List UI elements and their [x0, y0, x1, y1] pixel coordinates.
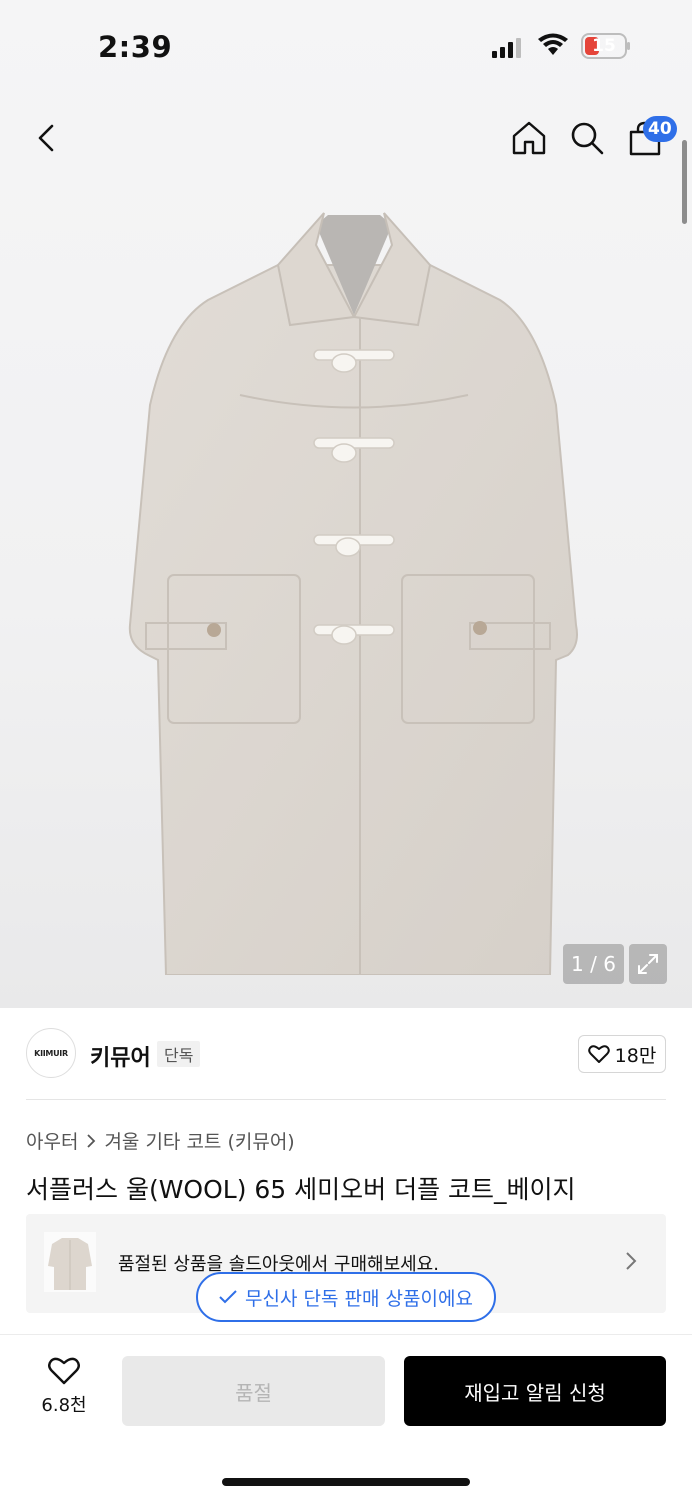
- product-title: 서플러스 울(WOOL) 65 세미오버 더플 코트_베이지: [26, 1175, 576, 1204]
- back-button[interactable]: [26, 116, 66, 160]
- brand-like-count: 18만: [614, 1044, 657, 1067]
- soldout-thumbnail: [44, 1232, 96, 1292]
- brand-name[interactable]: 키뮤어: [90, 1040, 151, 1072]
- breadcrumb-item[interactable]: 아우터: [26, 1127, 78, 1154]
- expand-image-button[interactable]: [629, 944, 667, 984]
- toast-text: 무신사 단독 판매 상품이에요: [245, 1287, 473, 1310]
- product-image-coat[interactable]: [128, 205, 580, 975]
- battery-icon: 15: [581, 33, 631, 59]
- home-button[interactable]: [507, 116, 551, 160]
- chevron-right-icon: [87, 1133, 96, 1148]
- exclusive-tag: 단독: [157, 1041, 201, 1067]
- restock-alert-button[interactable]: 재입고 알림 신청: [404, 1356, 666, 1426]
- check-icon: [219, 1290, 237, 1304]
- section-divider: [26, 1099, 666, 1100]
- chevron-right-icon: [626, 1252, 637, 1270]
- exclusive-toast: 무신사 단독 판매 상품이에요: [196, 1272, 496, 1322]
- brand-like-button[interactable]: 18만: [578, 1035, 666, 1073]
- brand-section: KIIMUIR 키뮤어 단독 18만: [0, 1020, 692, 1090]
- cart-count-badge: 40: [643, 116, 677, 142]
- status-time: 2:39: [98, 30, 173, 64]
- heart-icon: [587, 1045, 610, 1063]
- status-bar: 2:39 15: [0, 0, 692, 95]
- home-icon: [512, 121, 546, 155]
- home-indicator[interactable]: [222, 1478, 470, 1486]
- heart-icon: [48, 1357, 80, 1385]
- top-nav: [0, 110, 692, 170]
- soldout-button[interactable]: 품절: [122, 1356, 385, 1426]
- page-scrollbar[interactable]: [682, 140, 687, 224]
- wifi-icon: [538, 33, 568, 55]
- cellular-signal-icon: [492, 38, 521, 58]
- wishlist-count: 6.8천: [41, 1395, 87, 1416]
- search-button[interactable]: [565, 116, 609, 160]
- image-counter: 1 / 6: [563, 944, 624, 984]
- chevron-left-icon: [38, 124, 54, 152]
- expand-icon: [638, 954, 658, 974]
- search-icon: [571, 122, 604, 155]
- wishlist-button[interactable]: 6.8천: [24, 1357, 104, 1421]
- brand-logo[interactable]: KIIMUIR: [26, 1028, 76, 1078]
- battery-level: 15: [592, 36, 616, 56]
- bottom-action-bar: 6.8천 품절 재입고 알림 신청: [0, 1334, 692, 1500]
- breadcrumb: 아우터 겨울 기타 코트 (키뮤어): [26, 1127, 295, 1154]
- breadcrumb-item[interactable]: 겨울 기타 코트 (키뮤어): [104, 1127, 294, 1154]
